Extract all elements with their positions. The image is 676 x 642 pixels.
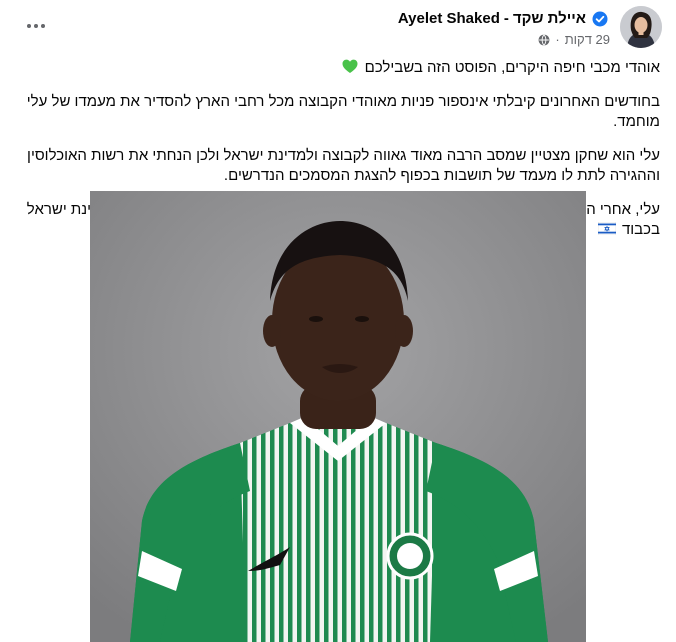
paragraph-text: אוהדי מכבי חיפה היקרים, הפוסט הזה בשבילכ… (364, 59, 660, 76)
post-paragraph-1: אוהדי מכבי חיפה היקרים, הפוסט הזה בשבילכ… (16, 58, 660, 78)
paragraph-text: עלי הוא שחקן מצטיין שמסב הרבה מאוד גאווה… (27, 147, 660, 184)
player-photo-image (90, 191, 586, 642)
author-name-separator: - (503, 10, 509, 27)
meta-dot: · (555, 32, 560, 47)
globe-icon[interactable] (538, 33, 550, 46)
more-options-button[interactable] (18, 14, 54, 38)
paragraph-text: בחודשים האחרונים קיבלתי אינספור פניות מא… (26, 93, 660, 130)
green-heart-icon (342, 59, 358, 73)
israel-flag-icon (597, 222, 616, 235)
post-paragraph-2: בחודשים האחרונים קיבלתי אינספור פניות מא… (16, 92, 660, 132)
post-photo[interactable] (90, 191, 586, 642)
verified-badge-icon (592, 11, 608, 26)
author-line: Ayelet Shaked - איילת שקד (398, 10, 610, 27)
author-name-en[interactable]: Ayelet Shaked (398, 10, 500, 27)
author-name-he[interactable]: איילת שקד (513, 10, 586, 27)
post-meta: 29 דקות · (538, 32, 610, 47)
dot-icon (27, 24, 31, 28)
dot-icon (41, 24, 45, 28)
post-paragraph-3: עלי הוא שחקן מצטיין שמסב הרבה מאוד גאווה… (16, 146, 660, 186)
dot-icon (34, 24, 38, 28)
post-header: Ayelet Shaked - איילת שקד 29 דקות · (0, 0, 676, 56)
author-avatar[interactable] (620, 6, 662, 48)
avatar-image (620, 6, 662, 48)
post-time[interactable]: 29 דקות (565, 32, 610, 47)
